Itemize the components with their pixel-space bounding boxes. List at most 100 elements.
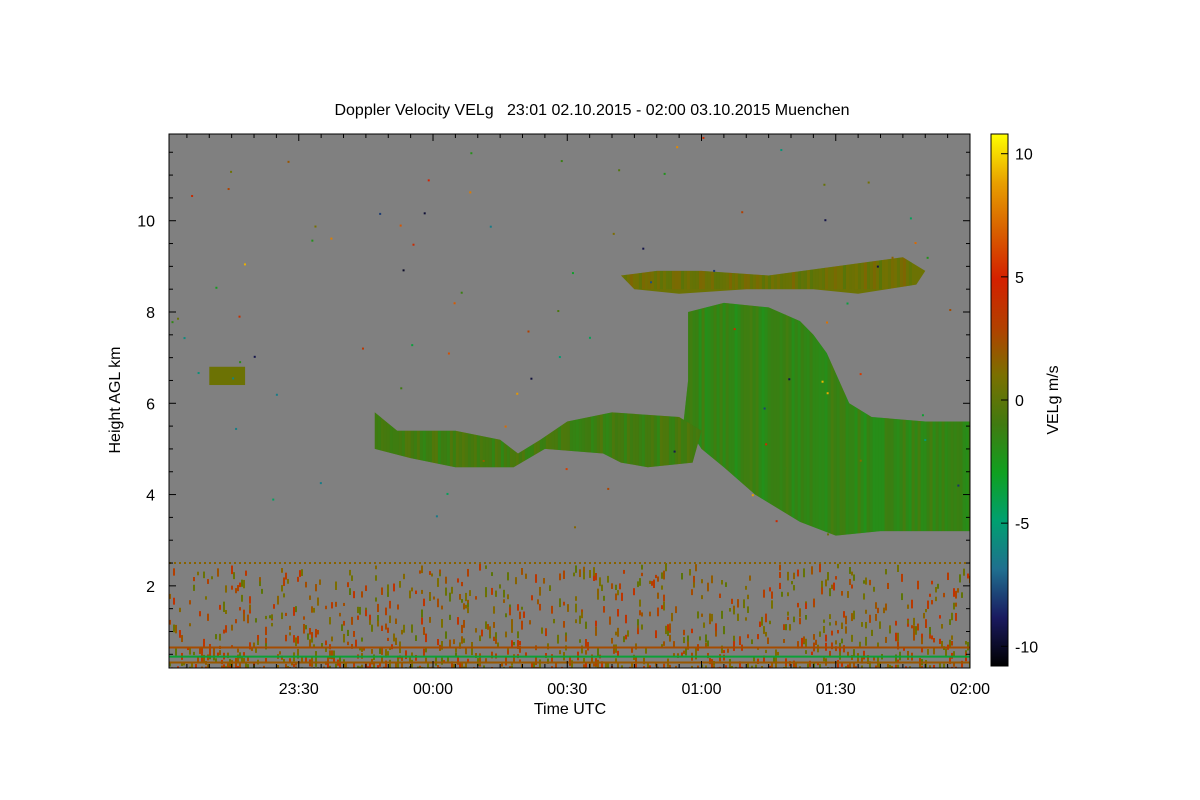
echo-speck xyxy=(737,599,739,608)
echo-speck xyxy=(219,650,221,655)
noise-speck xyxy=(447,352,450,355)
echo-speck xyxy=(819,563,821,573)
noise-speck xyxy=(427,179,430,182)
echo-speck xyxy=(623,636,625,643)
echo-speck xyxy=(807,663,809,668)
echo-speck xyxy=(927,600,929,609)
echo-speck xyxy=(491,572,493,576)
y-tick-label: 8 xyxy=(146,305,155,322)
echo-speck xyxy=(849,567,851,574)
echo-speck xyxy=(551,605,553,614)
echo-speck xyxy=(249,596,251,604)
echo-speck xyxy=(469,590,471,596)
echo-streak xyxy=(809,302,813,536)
echo-speck xyxy=(955,602,957,607)
echo-speck xyxy=(829,614,831,620)
echo-speck xyxy=(597,588,599,596)
echo-speck xyxy=(943,592,945,598)
echo-speck xyxy=(603,595,605,601)
echo-speck xyxy=(575,565,577,573)
echo-speck xyxy=(467,607,469,614)
echo-speck xyxy=(225,610,227,615)
echo-speck xyxy=(223,629,225,634)
echo-speck xyxy=(475,628,477,633)
echo-speck xyxy=(405,650,407,656)
echo-speck xyxy=(357,665,359,668)
echo-speck xyxy=(265,643,267,650)
noise-speck xyxy=(571,272,574,275)
echo-speck xyxy=(917,667,919,668)
echo-speck xyxy=(193,651,195,656)
echo-streak xyxy=(887,257,891,290)
echo-speck xyxy=(461,599,463,603)
echo-speck xyxy=(603,606,605,613)
echo-speck xyxy=(949,639,951,647)
echo-speck xyxy=(683,650,685,654)
echo-speck xyxy=(233,572,235,580)
echo-speck xyxy=(519,641,521,646)
echo-speck xyxy=(885,603,887,611)
echo-speck xyxy=(755,664,757,668)
echo-speck xyxy=(261,588,263,594)
echo-speck xyxy=(611,583,613,589)
echo-speck xyxy=(461,581,463,587)
echo-speck xyxy=(651,581,653,586)
echo-speck xyxy=(175,624,177,634)
echo-speck xyxy=(907,620,909,624)
echo-streak xyxy=(890,257,894,290)
echo-speck xyxy=(951,635,953,640)
echo-speck xyxy=(353,663,355,667)
echo-speck xyxy=(861,665,863,668)
echo-speck xyxy=(265,615,267,620)
noise-speck xyxy=(482,459,485,462)
echo-streak xyxy=(671,412,675,468)
echo-speck xyxy=(767,637,769,645)
echo-speck xyxy=(963,568,965,576)
echo-speck xyxy=(939,638,941,644)
echo-speck xyxy=(675,606,677,614)
echo-speck xyxy=(707,640,709,647)
echo-speck xyxy=(559,650,561,655)
echo-speck xyxy=(711,613,713,622)
echo-speck xyxy=(579,639,581,643)
echo-speck xyxy=(297,635,299,644)
echo-streak xyxy=(797,302,801,536)
echo-speck xyxy=(311,606,313,613)
echo-speck xyxy=(173,568,175,576)
x-tick-label: 02:00 xyxy=(950,681,990,698)
echo-speck xyxy=(207,579,209,584)
echo-streak xyxy=(905,257,909,290)
echo-speck xyxy=(691,667,693,668)
noise-speck xyxy=(489,225,492,228)
noise-speck xyxy=(446,492,449,495)
echo-speck xyxy=(723,667,725,668)
echo-streak xyxy=(659,412,663,468)
echo-speck xyxy=(463,603,465,610)
echo-speck xyxy=(619,583,621,590)
echo-speck xyxy=(429,571,431,575)
echo-speck xyxy=(691,589,693,596)
echo-speck xyxy=(201,666,203,668)
echo-speck xyxy=(925,608,927,613)
echo-speck xyxy=(179,630,181,638)
noise-speck xyxy=(588,336,591,339)
echo-speck xyxy=(245,663,247,667)
echo-speck xyxy=(641,624,643,630)
echo-speck xyxy=(353,591,355,599)
noise-speck xyxy=(642,247,645,250)
noise-speck xyxy=(821,380,824,383)
echo-speck xyxy=(927,648,929,655)
echo-speck xyxy=(387,637,389,641)
echo-speck xyxy=(951,641,953,646)
echo-speck xyxy=(585,650,587,655)
echo-speck xyxy=(237,666,239,668)
echo-speck xyxy=(597,647,599,657)
echo-speck xyxy=(307,633,309,640)
echo-speck xyxy=(263,665,265,668)
noise-speck xyxy=(784,467,787,470)
echo-speck xyxy=(617,590,619,596)
echo-speck xyxy=(311,637,313,643)
echo-speck xyxy=(589,569,591,578)
echo-speck xyxy=(905,666,907,668)
echo-speck xyxy=(459,662,461,668)
